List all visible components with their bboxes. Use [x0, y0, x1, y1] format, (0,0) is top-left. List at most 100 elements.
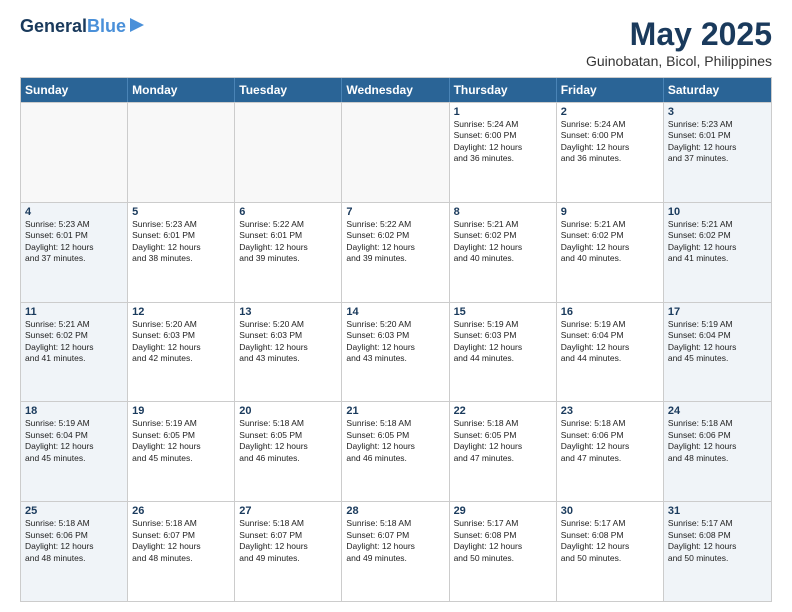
day-number: 28 [346, 505, 444, 517]
day-info: Sunrise: 5:18 AM Sunset: 6:06 PM Dayligh… [668, 418, 767, 464]
header: GeneralBlue May 2025 Guinobatan, Bicol, … [20, 16, 772, 69]
day-number: 15 [454, 306, 552, 318]
day-info: Sunrise: 5:18 AM Sunset: 6:07 PM Dayligh… [346, 518, 444, 564]
calendar-cell: 29Sunrise: 5:17 AM Sunset: 6:08 PM Dayli… [450, 502, 557, 601]
calendar-cell: 1Sunrise: 5:24 AM Sunset: 6:00 PM Daylig… [450, 103, 557, 202]
day-number: 11 [25, 306, 123, 318]
day-number: 24 [668, 405, 767, 417]
logo-text: GeneralBlue [20, 17, 126, 37]
calendar-cell: 2Sunrise: 5:24 AM Sunset: 6:00 PM Daylig… [557, 103, 664, 202]
calendar-week: 18Sunrise: 5:19 AM Sunset: 6:04 PM Dayli… [21, 401, 771, 501]
calendar-cell: 4Sunrise: 5:23 AM Sunset: 6:01 PM Daylig… [21, 203, 128, 302]
calendar-header-cell: Sunday [21, 78, 128, 102]
calendar-cell: 10Sunrise: 5:21 AM Sunset: 6:02 PM Dayli… [664, 203, 771, 302]
calendar-cell: 25Sunrise: 5:18 AM Sunset: 6:06 PM Dayli… [21, 502, 128, 601]
calendar-cell: 9Sunrise: 5:21 AM Sunset: 6:02 PM Daylig… [557, 203, 664, 302]
day-info: Sunrise: 5:19 AM Sunset: 6:04 PM Dayligh… [561, 319, 659, 365]
day-info: Sunrise: 5:18 AM Sunset: 6:07 PM Dayligh… [239, 518, 337, 564]
calendar-cell: 17Sunrise: 5:19 AM Sunset: 6:04 PM Dayli… [664, 303, 771, 402]
day-info: Sunrise: 5:22 AM Sunset: 6:01 PM Dayligh… [239, 219, 337, 265]
day-info: Sunrise: 5:21 AM Sunset: 6:02 PM Dayligh… [668, 219, 767, 265]
day-number: 30 [561, 505, 659, 517]
day-number: 20 [239, 405, 337, 417]
day-number: 12 [132, 306, 230, 318]
day-info: Sunrise: 5:23 AM Sunset: 6:01 PM Dayligh… [132, 219, 230, 265]
calendar-cell [21, 103, 128, 202]
day-info: Sunrise: 5:21 AM Sunset: 6:02 PM Dayligh… [25, 319, 123, 365]
calendar-cell: 24Sunrise: 5:18 AM Sunset: 6:06 PM Dayli… [664, 402, 771, 501]
calendar-header-cell: Tuesday [235, 78, 342, 102]
day-info: Sunrise: 5:18 AM Sunset: 6:05 PM Dayligh… [454, 418, 552, 464]
day-info: Sunrise: 5:23 AM Sunset: 6:01 PM Dayligh… [668, 119, 767, 165]
calendar-week: 4Sunrise: 5:23 AM Sunset: 6:01 PM Daylig… [21, 202, 771, 302]
day-number: 17 [668, 306, 767, 318]
day-info: Sunrise: 5:19 AM Sunset: 6:04 PM Dayligh… [25, 418, 123, 464]
day-number: 19 [132, 405, 230, 417]
calendar-body: 1Sunrise: 5:24 AM Sunset: 6:00 PM Daylig… [21, 102, 771, 601]
day-info: Sunrise: 5:19 AM Sunset: 6:03 PM Dayligh… [454, 319, 552, 365]
day-number: 7 [346, 206, 444, 218]
day-number: 16 [561, 306, 659, 318]
calendar-cell: 11Sunrise: 5:21 AM Sunset: 6:02 PM Dayli… [21, 303, 128, 402]
calendar-cell: 28Sunrise: 5:18 AM Sunset: 6:07 PM Dayli… [342, 502, 449, 601]
day-info: Sunrise: 5:21 AM Sunset: 6:02 PM Dayligh… [561, 219, 659, 265]
day-info: Sunrise: 5:24 AM Sunset: 6:00 PM Dayligh… [454, 119, 552, 165]
month-title: May 2025 [586, 16, 772, 53]
day-number: 21 [346, 405, 444, 417]
calendar-cell: 7Sunrise: 5:22 AM Sunset: 6:02 PM Daylig… [342, 203, 449, 302]
calendar-header-cell: Wednesday [342, 78, 449, 102]
day-info: Sunrise: 5:24 AM Sunset: 6:00 PM Dayligh… [561, 119, 659, 165]
calendar-header-cell: Thursday [450, 78, 557, 102]
calendar-cell: 14Sunrise: 5:20 AM Sunset: 6:03 PM Dayli… [342, 303, 449, 402]
day-number: 6 [239, 206, 337, 218]
calendar-cell: 31Sunrise: 5:17 AM Sunset: 6:08 PM Dayli… [664, 502, 771, 601]
day-number: 23 [561, 405, 659, 417]
day-number: 3 [668, 106, 767, 118]
day-number: 25 [25, 505, 123, 517]
calendar-header: SundayMondayTuesdayWednesdayThursdayFrid… [21, 78, 771, 102]
day-number: 2 [561, 106, 659, 118]
day-info: Sunrise: 5:23 AM Sunset: 6:01 PM Dayligh… [25, 219, 123, 265]
calendar-cell [235, 103, 342, 202]
day-info: Sunrise: 5:18 AM Sunset: 6:06 PM Dayligh… [25, 518, 123, 564]
calendar-header-cell: Monday [128, 78, 235, 102]
day-number: 1 [454, 106, 552, 118]
calendar-week: 25Sunrise: 5:18 AM Sunset: 6:06 PM Dayli… [21, 501, 771, 601]
calendar-cell: 30Sunrise: 5:17 AM Sunset: 6:08 PM Dayli… [557, 502, 664, 601]
calendar-week: 1Sunrise: 5:24 AM Sunset: 6:00 PM Daylig… [21, 102, 771, 202]
day-info: Sunrise: 5:21 AM Sunset: 6:02 PM Dayligh… [454, 219, 552, 265]
day-number: 22 [454, 405, 552, 417]
day-info: Sunrise: 5:17 AM Sunset: 6:08 PM Dayligh… [561, 518, 659, 564]
calendar-cell: 27Sunrise: 5:18 AM Sunset: 6:07 PM Dayli… [235, 502, 342, 601]
calendar-cell: 8Sunrise: 5:21 AM Sunset: 6:02 PM Daylig… [450, 203, 557, 302]
day-number: 8 [454, 206, 552, 218]
calendar-cell: 26Sunrise: 5:18 AM Sunset: 6:07 PM Dayli… [128, 502, 235, 601]
calendar-cell: 16Sunrise: 5:19 AM Sunset: 6:04 PM Dayli… [557, 303, 664, 402]
calendar-cell [128, 103, 235, 202]
day-number: 27 [239, 505, 337, 517]
calendar-cell: 21Sunrise: 5:18 AM Sunset: 6:05 PM Dayli… [342, 402, 449, 501]
calendar-cell: 15Sunrise: 5:19 AM Sunset: 6:03 PM Dayli… [450, 303, 557, 402]
day-info: Sunrise: 5:19 AM Sunset: 6:04 PM Dayligh… [668, 319, 767, 365]
day-info: Sunrise: 5:18 AM Sunset: 6:05 PM Dayligh… [346, 418, 444, 464]
calendar-cell: 5Sunrise: 5:23 AM Sunset: 6:01 PM Daylig… [128, 203, 235, 302]
calendar-cell: 13Sunrise: 5:20 AM Sunset: 6:03 PM Dayli… [235, 303, 342, 402]
day-number: 13 [239, 306, 337, 318]
logo-arrow-icon [128, 16, 146, 34]
location: Guinobatan, Bicol, Philippines [586, 53, 772, 69]
day-info: Sunrise: 5:20 AM Sunset: 6:03 PM Dayligh… [132, 319, 230, 365]
day-info: Sunrise: 5:19 AM Sunset: 6:05 PM Dayligh… [132, 418, 230, 464]
day-number: 31 [668, 505, 767, 517]
day-info: Sunrise: 5:20 AM Sunset: 6:03 PM Dayligh… [239, 319, 337, 365]
calendar-cell: 3Sunrise: 5:23 AM Sunset: 6:01 PM Daylig… [664, 103, 771, 202]
day-number: 14 [346, 306, 444, 318]
calendar: SundayMondayTuesdayWednesdayThursdayFrid… [20, 77, 772, 602]
calendar-cell [342, 103, 449, 202]
day-info: Sunrise: 5:22 AM Sunset: 6:02 PM Dayligh… [346, 219, 444, 265]
day-info: Sunrise: 5:17 AM Sunset: 6:08 PM Dayligh… [454, 518, 552, 564]
day-info: Sunrise: 5:18 AM Sunset: 6:06 PM Dayligh… [561, 418, 659, 464]
day-number: 10 [668, 206, 767, 218]
calendar-cell: 19Sunrise: 5:19 AM Sunset: 6:05 PM Dayli… [128, 402, 235, 501]
calendar-week: 11Sunrise: 5:21 AM Sunset: 6:02 PM Dayli… [21, 302, 771, 402]
day-info: Sunrise: 5:18 AM Sunset: 6:05 PM Dayligh… [239, 418, 337, 464]
